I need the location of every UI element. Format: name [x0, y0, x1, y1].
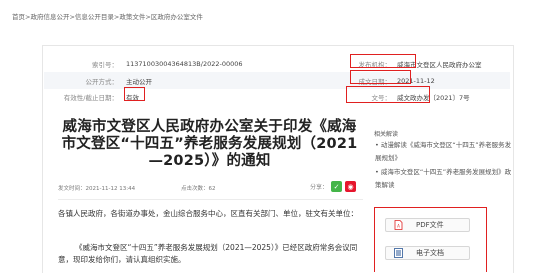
publisher-label: 发布机构：	[358, 60, 392, 69]
docno-value: 威文政办发〔2021〕7号	[397, 93, 470, 102]
publisher-value: 威海市文登区人民政府办公室	[397, 60, 482, 69]
validity-value: 有效	[126, 93, 139, 102]
divider	[58, 199, 363, 200]
body-paragraph-main: 《威海市文登区“十四五”养老服务发展规划（2021—2025）》已经区政府常务会…	[58, 243, 358, 264]
related-interpretations-title: 相关解读	[374, 131, 399, 138]
meta-row-validity: 有效性/截止日期： 有效 文号： 威文政办发〔2021〕7号	[44, 88, 510, 105]
breadcrumb: 首页>政府信息公开>信息公开目录>政策文件>区政府办公室文件	[12, 13, 203, 21]
meta-row-disclosure: 公开方式： 主动公开 成文日期： 2021-11-12	[44, 72, 510, 89]
document-icon	[394, 248, 403, 258]
svg-text:A: A	[397, 224, 400, 229]
date-label: 成文日期：	[358, 77, 392, 86]
meta-row-index: 索引号： 11371003004364813B/2022-00006 发布机构：…	[44, 55, 510, 72]
body-paragraph-recipients: 各镇人民政府，各街道办事处，金山综合服务中心，区直有关部门、单位，驻文有关单位：	[58, 209, 358, 218]
share-bar: 分享： ✓ ◉	[310, 181, 357, 192]
wechat-share-icon[interactable]: ✓	[331, 181, 343, 192]
pdf-download-button[interactable]: A PDF文件	[385, 218, 470, 232]
validity-label: 有效性/截止日期：	[63, 93, 118, 102]
doc-label: 电子文档	[416, 249, 444, 257]
date-value: 2021-11-12	[397, 76, 435, 85]
publish-time: 发文时间：2021-11-12 13:44	[58, 186, 136, 192]
breadcrumb-catalog[interactable]: 信息公开目录	[75, 13, 114, 21]
related-link-animation[interactable]: • 动漫解读《威海市文登区“十四五”养老服务发展规划》	[375, 139, 517, 165]
disclosure-label: 公开方式：	[85, 77, 119, 86]
breadcrumb-gov-info[interactable]: 政府信息公开	[30, 13, 69, 21]
publish-info: 发文时间：2021-11-12 13:44 点击次数：62	[58, 184, 216, 192]
index-no-label: 索引号：	[92, 60, 118, 69]
disclosure-value: 主动公开	[126, 77, 152, 86]
breadcrumb-home[interactable]: 首页	[12, 13, 25, 21]
pdf-label: PDF文件	[416, 221, 444, 229]
click-count: 点击次数：62	[181, 186, 216, 192]
share-label: 分享：	[310, 184, 329, 191]
article-title: 威海市文登区人民政府办公室关于印发《威海市文登区“十四五”养老服务发展规划（20…	[61, 119, 358, 169]
breadcrumb-policy-docs[interactable]: 政策文件	[119, 13, 145, 21]
related-link-policy[interactable]: • 威海市文登区“十四五”养老服务发展规划》政策解读	[375, 166, 517, 192]
docno-label: 文号：	[371, 93, 392, 102]
index-no-value: 11371003004364813B/2022-00006	[126, 59, 243, 68]
weibo-share-icon[interactable]: ◉	[345, 181, 357, 192]
breadcrumb-office-docs[interactable]: 区政府办公室文件	[151, 13, 203, 21]
doc-download-button[interactable]: 电子文档	[385, 246, 470, 260]
pdf-icon: A	[394, 220, 403, 230]
